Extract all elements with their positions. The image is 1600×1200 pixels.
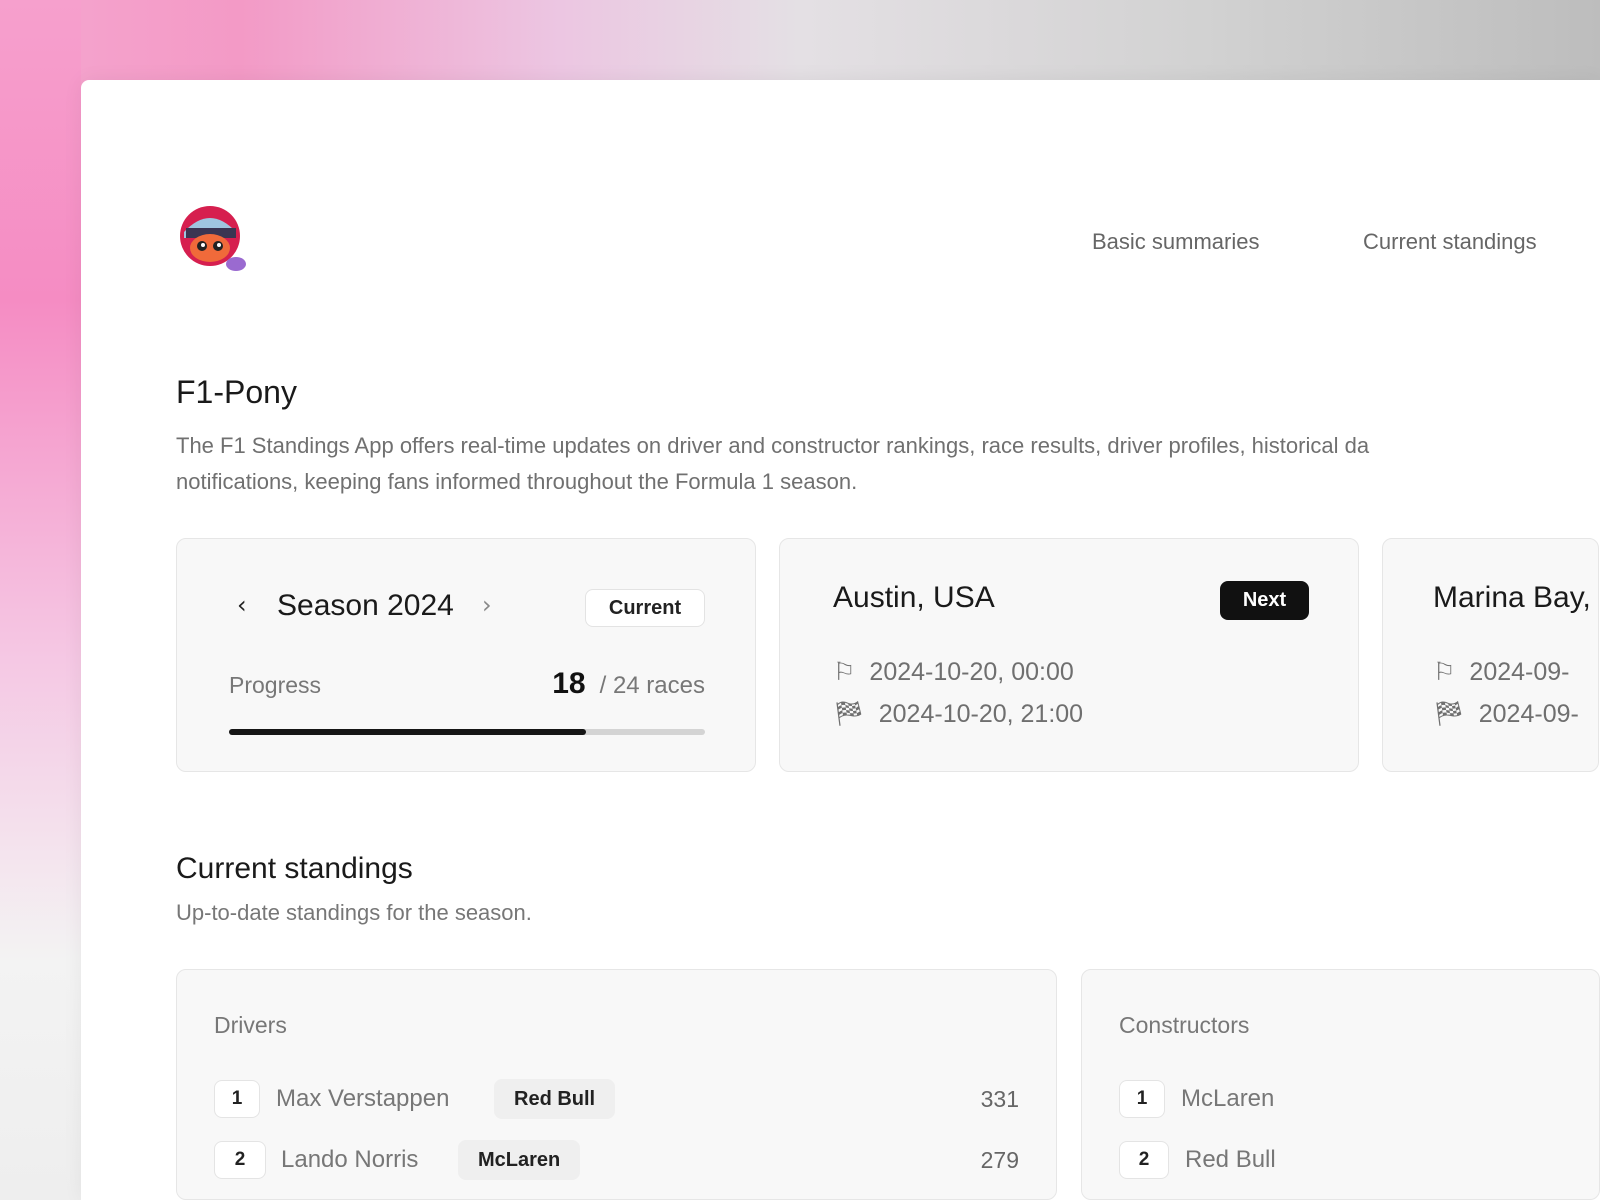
race-card[interactable]: Austin, USA Next ⚐ 2024-10-20, 00:00 🏁︎ 20… — [779, 538, 1359, 772]
finish-date: 2024-10-20, 21:00 — [878, 700, 1084, 728]
rank-badge: 2 — [1119, 1141, 1169, 1179]
driver-name[interactable]: Max Verstappen — [276, 1085, 449, 1113]
chevron-left-icon[interactable]: ‹ — [237, 591, 247, 619]
constructors-label: Constructors — [1119, 1012, 1250, 1038]
constructor-name[interactable]: McLaren — [1181, 1085, 1274, 1113]
page-title: F1-Pony — [176, 374, 297, 410]
finish-date: 2024-09- — [1478, 700, 1579, 728]
next-badge: Next — [1220, 581, 1309, 620]
season-card: ‹ Season 2024 › Current Progress 18 / 24… — [176, 538, 756, 772]
nav-current-standings[interactable]: Current standings — [1363, 229, 1537, 255]
progress-label: Progress — [229, 672, 322, 698]
flag-icon: ⚐ — [833, 658, 856, 686]
team-tag: Red Bull — [494, 1079, 616, 1119]
race-finish: 🏁︎ 2024-09- — [1433, 700, 1579, 729]
description-line: notifications, keeping fans informed thr… — [176, 469, 858, 494]
rank-badge: 2 — [214, 1141, 266, 1179]
driver-points: 279 — [980, 1147, 1019, 1173]
app-description: The F1 Standings App offers real-time up… — [176, 428, 1600, 500]
standings-subtitle: Up-to-date standings for the season. — [176, 900, 532, 925]
season-label: Season 2024 — [277, 589, 454, 622]
race-city: Marina Bay, — [1433, 581, 1591, 614]
race-card[interactable]: Marina Bay, ⚐ 2024-09- 🏁︎ 2024-09- — [1382, 538, 1599, 772]
race-start: ⚐ 2024-09- — [1433, 657, 1570, 687]
team-tag: McLaren — [458, 1140, 581, 1180]
rank-badge: 1 — [214, 1080, 260, 1118]
background-gradient — [0, 0, 81, 1200]
app-window: Basic summaries Current standings F1-Pon… — [81, 80, 1600, 1200]
driver-points: 331 — [980, 1086, 1019, 1112]
start-date: 2024-09- — [1469, 657, 1570, 686]
rank-badge: 1 — [1119, 1080, 1165, 1118]
progress-count: 18 / 24 races — [552, 667, 705, 701]
checkered-flag-icon: 🏁︎ — [833, 700, 865, 728]
constructors-card: Constructors 1 McLaren 2 Red Bull — [1081, 969, 1600, 1200]
progress-bar — [229, 729, 705, 735]
total-races: / 24 races — [599, 672, 705, 699]
current-badge: Current — [585, 589, 705, 627]
standings-title: Current standings — [176, 852, 413, 885]
drivers-card: Drivers 1 Max Verstappen Red Bull 331 2 … — [176, 969, 1057, 1200]
constructor-name[interactable]: Red Bull — [1185, 1146, 1276, 1174]
chevron-right-icon[interactable]: › — [482, 591, 492, 619]
checkered-flag-icon: 🏁︎ — [1433, 700, 1465, 728]
start-date: 2024-10-20, 00:00 — [869, 657, 1074, 686]
race-finish: 🏁︎ 2024-10-20, 21:00 — [833, 700, 1083, 729]
progress-bar-fill — [229, 729, 586, 735]
drivers-label: Drivers — [214, 1012, 287, 1038]
nav-basic-summaries[interactable]: Basic summaries — [1092, 229, 1259, 255]
race-start: ⚐ 2024-10-20, 00:00 — [833, 657, 1074, 687]
race-city: Austin, USA — [833, 581, 995, 614]
driver-name[interactable]: Lando Norris — [281, 1146, 418, 1174]
completed-races: 18 — [552, 667, 586, 700]
logo-helmet-icon — [180, 206, 246, 271]
description-line: The F1 Standings App offers real-time up… — [176, 433, 1370, 458]
flag-icon: ⚐ — [1433, 658, 1456, 686]
